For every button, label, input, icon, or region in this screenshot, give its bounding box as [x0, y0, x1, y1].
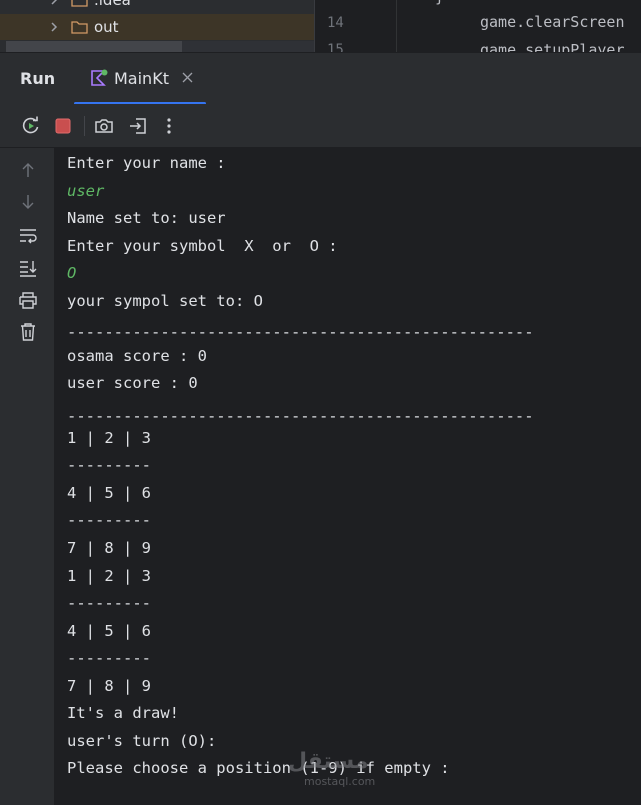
- tree-item-out[interactable]: out: [0, 14, 314, 40]
- screenshot-button[interactable]: [93, 115, 115, 137]
- tree-item-label: .idea: [94, 0, 131, 9]
- exit-icon: [130, 118, 146, 134]
- console-user-input: O: [67, 264, 77, 282]
- more-options-button[interactable]: [158, 115, 180, 137]
- board-separator: ---------: [67, 511, 151, 529]
- scroll-to-end-icon: [20, 261, 37, 277]
- chevron-right-icon[interactable]: [49, 0, 59, 5]
- board-row: 4 | 5 | 6: [67, 622, 151, 640]
- console-line: your sympol set to: O: [67, 292, 263, 310]
- arrow-down-icon: [22, 195, 34, 209]
- kotlin-run-icon: [91, 69, 108, 86]
- soft-wrap-button[interactable]: [17, 225, 39, 247]
- tree-item-label: out: [94, 18, 119, 36]
- folder-icon: [71, 21, 88, 34]
- stop-button[interactable]: [52, 115, 74, 137]
- camera-icon: [95, 119, 113, 133]
- console-user-input: user: [67, 182, 105, 200]
- board-separator: ---------: [67, 594, 151, 612]
- board-row: 7 | 8 | 9: [67, 677, 151, 695]
- board-row: 1 | 2 | 3: [67, 567, 151, 585]
- console-prompt: Please choose a position (1-9) if empty …: [67, 759, 450, 777]
- tab-mainkt[interactable]: MainKt: [74, 53, 206, 105]
- toolbar-separator: [84, 116, 85, 136]
- scroll-to-end-button[interactable]: [17, 257, 39, 279]
- project-tree: .idea out: [0, 0, 314, 52]
- console-side-toolbar: [0, 148, 54, 805]
- run-tool-window-header: Run MainKt: [0, 52, 641, 105]
- tree-item-idea[interactable]: .idea: [0, 0, 314, 13]
- console-line: Enter your symbol X or O :: [67, 237, 338, 255]
- console-line: It's a draw!: [67, 704, 179, 722]
- tab-label: MainKt: [114, 69, 169, 88]
- soft-wrap-icon: [20, 229, 37, 244]
- trash-icon: [21, 323, 35, 341]
- exit-button[interactable]: [127, 115, 149, 137]
- run-title: Run: [20, 69, 56, 88]
- console-divider: ----------------------------------------…: [67, 407, 534, 425]
- close-icon[interactable]: [182, 72, 193, 83]
- tree-item-partial: [182, 41, 314, 52]
- board-separator: ---------: [67, 456, 151, 474]
- console-line: user score : 0: [67, 374, 198, 392]
- code-line: game.clearScreen: [480, 13, 625, 31]
- clear-all-button[interactable]: [17, 321, 39, 343]
- tree-item-selected[interactable]: [6, 41, 182, 52]
- print-icon: [19, 292, 37, 309]
- console-line: osama score : 0: [67, 347, 207, 365]
- board-row: 1 | 2 | 3: [67, 429, 151, 447]
- more-vertical-icon: [167, 118, 171, 134]
- board-separator: ---------: [67, 649, 151, 667]
- code-brace: }: [435, 0, 444, 6]
- console-output[interactable]: Enter your name : user Name set to: user…: [54, 148, 641, 805]
- code-editor[interactable]: 13 14 15 } game.clearScreen game.setupPl…: [314, 0, 641, 59]
- line-number: 13: [327, 0, 344, 4]
- arrow-up-icon: [22, 163, 34, 177]
- rerun-icon: [22, 116, 39, 134]
- rerun-button[interactable]: [20, 115, 42, 137]
- stop-icon: [55, 118, 71, 134]
- board-row: 4 | 5 | 6: [67, 484, 151, 502]
- previous-occurrence-button[interactable]: [17, 159, 39, 181]
- top-strip: .idea out 13 14 15 } game.clearScreen ga…: [0, 0, 641, 59]
- console-line: user's turn (O):: [67, 732, 217, 750]
- console-divider: ----------------------------------------…: [67, 323, 534, 341]
- line-number-gutter: 13 14 15: [315, 0, 397, 58]
- run-toolbar: [0, 104, 641, 148]
- console-line: Enter your name :: [67, 154, 226, 172]
- ide-window: .idea out 13 14 15 } game.clearScreen ga…: [0, 0, 641, 805]
- folder-icon: [71, 0, 88, 7]
- chevron-right-icon[interactable]: [49, 22, 59, 32]
- next-occurrence-button[interactable]: [17, 191, 39, 213]
- board-row: 7 | 8 | 9: [67, 539, 151, 557]
- print-button[interactable]: [17, 289, 39, 311]
- console-line: Name set to: user: [67, 209, 226, 227]
- line-number: 14: [327, 15, 344, 31]
